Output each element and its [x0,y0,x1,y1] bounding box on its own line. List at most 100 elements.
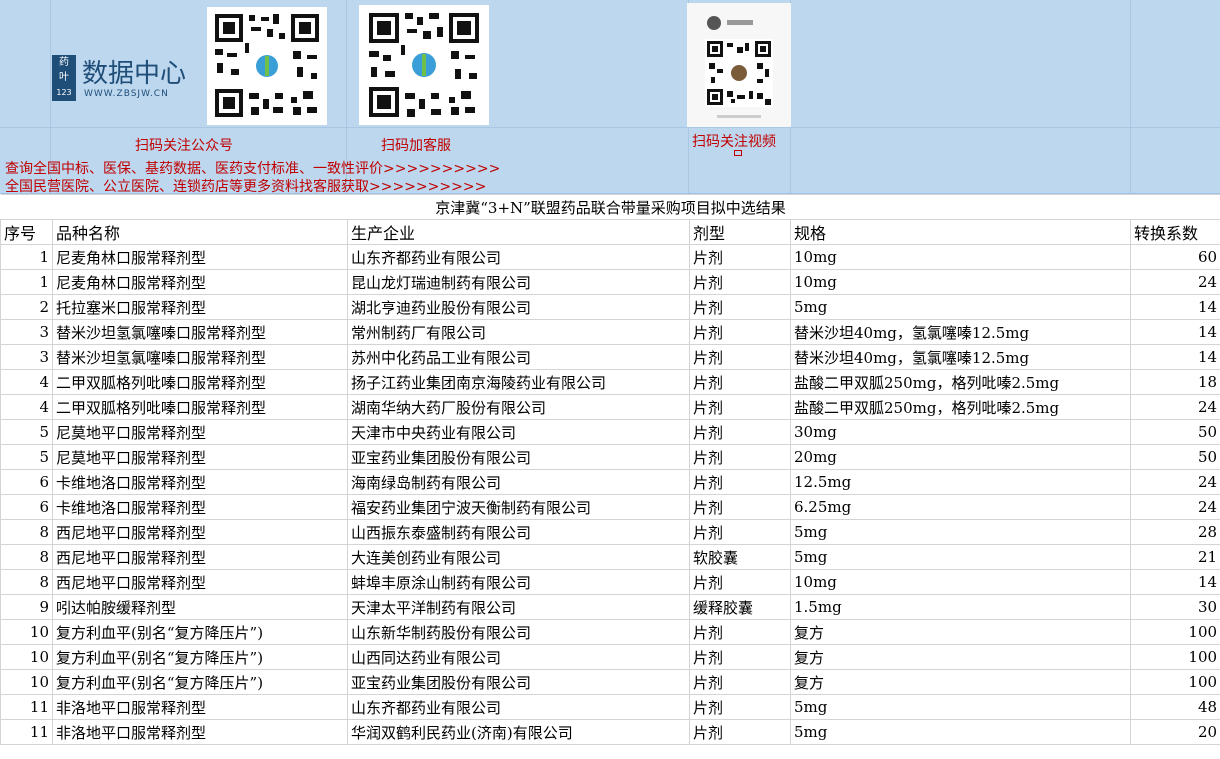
cell-drug-name[interactable]: 西尼地平口服常释剂型 [52,569,348,595]
promo-line-data-query[interactable]: 查询全国中标、医保、基药数据、医药支付标准、一致性评价>>>>>>>>>> [5,158,500,178]
cell-dosage-form[interactable]: 片剂 [689,669,791,695]
cell-index[interactable]: 3 [0,319,53,345]
cell-specification[interactable]: 盐酸二甲双胍250mg，格列吡嗪2.5mg [790,369,1131,395]
cell-drug-name[interactable]: 复方利血平(别名“复方降压片”) [52,669,348,695]
cell-index[interactable]: 5 [0,444,53,470]
cell-index[interactable]: 4 [0,369,53,395]
cell-index[interactable]: 10 [0,669,53,695]
cell-conversion-factor[interactable]: 21 [1129,544,1220,570]
cell-conversion-factor[interactable]: 24 [1129,469,1220,495]
cell-manufacturer[interactable]: 扬子江药业集团南京海陵药业有限公司 [347,369,690,395]
cell-specification[interactable]: 1.5mg [790,594,1131,620]
cell-dosage-form[interactable]: 片剂 [689,719,791,745]
cell-manufacturer[interactable]: 福安药业集团宁波天衡制药有限公司 [347,494,690,520]
cell-specification[interactable]: 5mg [790,519,1131,545]
cell-conversion-factor[interactable]: 20 [1129,719,1220,745]
cell-dosage-form[interactable]: 片剂 [689,294,791,320]
cell-manufacturer[interactable]: 亚宝药业集团股份有限公司 [347,444,690,470]
header-dosage-form[interactable]: 剂型 [689,219,791,245]
cell-dosage-form[interactable]: 片剂 [689,694,791,720]
cell-dosage-form[interactable]: 片剂 [689,469,791,495]
cell-dosage-form[interactable]: 片剂 [689,619,791,645]
cell-drug-name[interactable]: 尼麦角林口服常释剂型 [52,269,348,295]
cell-conversion-factor[interactable]: 14 [1129,569,1220,595]
cell-dosage-form[interactable]: 缓释胶囊 [689,594,791,620]
cell-dosage-form[interactable]: 片剂 [689,444,791,470]
cell-drug-name[interactable]: 二甲双胍格列吡嗪口服常释剂型 [52,394,348,420]
cell-dosage-form[interactable]: 片剂 [689,394,791,420]
cell-manufacturer[interactable]: 山东齐都药业有限公司 [347,244,690,270]
cell-dosage-form[interactable]: 片剂 [689,644,791,670]
header-index[interactable]: 序号 [0,219,53,245]
cell-specification[interactable]: 5mg [790,544,1131,570]
cell-drug-name[interactable]: 替米沙坦氢氯噻嗪口服常释剂型 [52,319,348,345]
cell-index[interactable]: 10 [0,619,53,645]
cell-conversion-factor[interactable]: 100 [1129,619,1220,645]
cell-specification[interactable]: 5mg [790,694,1131,720]
cell-dosage-form[interactable]: 片剂 [689,319,791,345]
cell-drug-name[interactable]: 尼麦角林口服常释剂型 [52,244,348,270]
cell-conversion-factor[interactable]: 28 [1129,519,1220,545]
cell-drug-name[interactable]: 托拉塞米口服常释剂型 [52,294,348,320]
cell-specification[interactable]: 30mg [790,419,1131,445]
cell-drug-name[interactable]: 复方利血平(别名“复方降压片”) [52,644,348,670]
cell-conversion-factor[interactable]: 24 [1129,269,1220,295]
cell-index[interactable]: 11 [0,719,53,745]
cell-conversion-factor[interactable]: 48 [1129,694,1220,720]
cell-specification[interactable]: 复方 [790,669,1131,695]
cell-specification[interactable]: 5mg [790,719,1131,745]
cell-manufacturer[interactable]: 山西同达药业有限公司 [347,644,690,670]
cell-specification[interactable]: 20mg [790,444,1131,470]
cell-index[interactable]: 5 [0,419,53,445]
cell-index[interactable]: 11 [0,694,53,720]
cell-manufacturer[interactable]: 山东新华制药股份有限公司 [347,619,690,645]
cell-conversion-factor[interactable]: 100 [1129,644,1220,670]
cell-index[interactable]: 9 [0,594,53,620]
cell-drug-name[interactable]: 二甲双胍格列吡嗪口服常释剂型 [52,369,348,395]
cell-manufacturer[interactable]: 天津市中央药业有限公司 [347,419,690,445]
cell-drug-name[interactable]: 卡维地洛口服常释剂型 [52,494,348,520]
cell-index[interactable]: 2 [0,294,53,320]
cell-index[interactable]: 8 [0,569,53,595]
cell-manufacturer[interactable]: 大连美创药业有限公司 [347,544,690,570]
cell-conversion-factor[interactable]: 100 [1129,669,1220,695]
cell-dosage-form[interactable]: 片剂 [689,419,791,445]
cell-specification[interactable]: 5mg [790,294,1131,320]
cell-manufacturer[interactable]: 华润双鹤利民药业(济南)有限公司 [347,719,690,745]
cell-specification[interactable]: 10mg [790,269,1131,295]
cell-index[interactable]: 8 [0,519,53,545]
cell-conversion-factor[interactable]: 14 [1129,344,1220,370]
header-conversion-factor[interactable]: 转换系数 [1129,219,1220,245]
cell-manufacturer[interactable]: 苏州中化药品工业有限公司 [347,344,690,370]
cell-specification[interactable]: 6.25mg [790,494,1131,520]
cell-dosage-form[interactable]: 软胶囊 [689,544,791,570]
cell-manufacturer[interactable]: 海南绿岛制药有限公司 [347,469,690,495]
promo-line-hospital-data[interactable]: 全国民营医院、公立医院、连锁药店等更多资料找客服获取>>>>>>>>>> [5,176,486,196]
cell-dosage-form[interactable]: 片剂 [689,244,791,270]
cell-manufacturer[interactable]: 山西振东泰盛制药有限公司 [347,519,690,545]
cell-drug-name[interactable]: 吲达帕胺缓释剂型 [52,594,348,620]
cell-index[interactable]: 1 [0,244,53,270]
cell-dosage-form[interactable]: 片剂 [689,494,791,520]
cell-dosage-form[interactable]: 片剂 [689,269,791,295]
cell-specification[interactable]: 复方 [790,644,1131,670]
cell-index[interactable]: 10 [0,644,53,670]
cell-conversion-factor[interactable]: 24 [1129,394,1220,420]
cell-drug-name[interactable]: 西尼地平口服常释剂型 [52,519,348,545]
cell-drug-name[interactable]: 非洛地平口服常释剂型 [52,694,348,720]
cell-index[interactable]: 3 [0,344,53,370]
cell-specification[interactable]: 10mg [790,244,1131,270]
cell-manufacturer[interactable]: 湖南华纳大药厂股份有限公司 [347,394,690,420]
header-manufacturer[interactable]: 生产企业 [347,219,690,245]
cell-manufacturer[interactable]: 湖北亨迪药业股份有限公司 [347,294,690,320]
cell-conversion-factor[interactable]: 24 [1129,494,1220,520]
cell-index[interactable]: 4 [0,394,53,420]
cell-specification[interactable]: 盐酸二甲双胍250mg，格列吡嗪2.5mg [790,394,1131,420]
cell-drug-name[interactable]: 卡维地洛口服常释剂型 [52,469,348,495]
cell-index[interactable]: 6 [0,469,53,495]
cell-index[interactable]: 8 [0,544,53,570]
cell-drug-name[interactable]: 替米沙坦氢氯噻嗪口服常释剂型 [52,344,348,370]
cell-specification[interactable]: 10mg [790,569,1131,595]
cell-index[interactable]: 1 [0,269,53,295]
cell-drug-name[interactable]: 复方利血平(别名“复方降压片”) [52,619,348,645]
